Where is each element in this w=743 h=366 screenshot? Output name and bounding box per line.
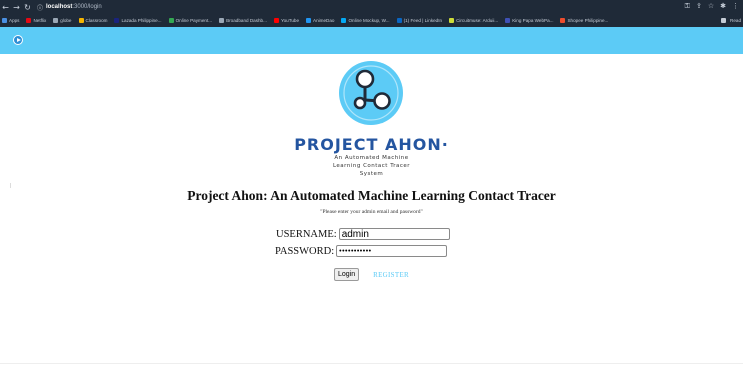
bookmark-item[interactable]: (1) Feed | LinkedIn	[396, 18, 443, 23]
bookmark-label: YouTube	[280, 18, 300, 23]
bookmark-label: Broadband Dashb...	[226, 18, 267, 23]
bookmark-item[interactable]: King Papa WebPa...	[505, 18, 553, 23]
brand-tagline-1: An Automated Machine	[334, 155, 409, 161]
bookmark-item[interactable]: Broadband Dashb...	[219, 18, 267, 23]
forward-icon[interactable]: →	[11, 3, 22, 12]
username-input[interactable]	[338, 228, 450, 240]
bookmark-label: Classroom	[85, 18, 108, 23]
reading-list-label: Read	[730, 18, 741, 23]
bookmark-item[interactable]: Circuitmuse: Arduii...	[449, 18, 498, 23]
bookmarks-bar: Apps Netflix globe Classroom Lazada Philippi…	[0, 14, 743, 27]
share-icon[interactable]: ⇪	[696, 2, 702, 11]
brand-tagline-3: System	[359, 171, 384, 177]
bookmark-item[interactable]: globe	[53, 18, 72, 23]
bookmark-favicon-icon	[2, 18, 7, 23]
brand-tagline-2: Learning Contact Tracer	[332, 163, 411, 169]
page-title: Project Ahon: An Automated Machine Learn…	[187, 188, 556, 203]
star-icon[interactable]: ☆	[708, 2, 714, 11]
bookmark-item[interactable]: Online Payment...	[168, 18, 213, 23]
back-icon[interactable]: ←	[0, 3, 11, 12]
bookmark-label: globe	[60, 18, 72, 23]
bookmark-favicon-icon	[53, 18, 59, 23]
bookmark-item[interactable]: AnimeDao	[306, 18, 334, 23]
username-row: USERNAME:	[276, 228, 450, 240]
info-icon[interactable]: ⓘ	[37, 3, 43, 12]
bookmark-favicon-icon	[341, 18, 347, 23]
extension-icon[interactable]: ✱	[720, 2, 726, 11]
bookmark-item[interactable]: Lazada Philippine...	[114, 18, 162, 23]
reading-list-icon	[721, 18, 727, 23]
address-bar[interactable]: ⓘ localhost:3000/login	[37, 3, 102, 12]
url-path: :3000/login	[72, 4, 102, 10]
address-row: ← → ↻ ⓘ localhost:3000/login ⚿ ⇪ ☆ ✱ ⋮	[0, 0, 743, 14]
bookmark-favicon-icon	[449, 18, 455, 23]
bookmark-label: Circuitmuse: Arduii...	[456, 18, 499, 23]
bookmark-favicon-icon	[505, 18, 511, 23]
register-link[interactable]: REGISTER	[373, 271, 409, 279]
bookmark-favicon-icon	[560, 18, 566, 23]
brand-name: PROJECT AHON·	[0, 135, 743, 154]
bookmark-label: Netflix	[33, 18, 47, 23]
project-ahon-logo-icon	[339, 61, 403, 125]
bookmark-favicon-icon	[219, 18, 225, 23]
bookmark-favicon-icon	[78, 18, 84, 23]
toolbar-right-icons: ⚿ ⇪ ☆ ✱ ⋮	[685, 2, 739, 11]
bookmark-favicon-icon	[396, 18, 402, 23]
login-instruction: "Please enter your admin email and passw…	[320, 209, 423, 215]
key-icon[interactable]: ⚿	[685, 2, 690, 11]
url-host: localhost	[46, 4, 73, 10]
bookmark-label: Online Mockup, W...	[348, 18, 390, 23]
bookmark-item[interactable]: Classroom	[78, 18, 108, 23]
bookmark-favicon-icon	[306, 18, 312, 23]
password-input[interactable]	[336, 245, 448, 257]
browser-toolbar: ← → ↻ ⓘ localhost:3000/login ⚿ ⇪ ☆ ✱ ⋮ A…	[0, 0, 743, 27]
bookmark-label: Shopee Philippine...	[567, 18, 609, 23]
bookmark-label: King Papa WebPa...	[512, 18, 554, 23]
bookmark-item[interactable]: Online Mockup, W...	[341, 18, 390, 23]
reload-icon[interactable]: ↻	[22, 3, 33, 12]
page-bottom-border	[0, 363, 743, 364]
bookmark-item[interactable]: Netflix	[26, 18, 46, 23]
bookmark-item[interactable]: YouTube	[273, 18, 300, 23]
form-actions: Login REGISTER	[0, 268, 743, 281]
bookmark-item[interactable]: Apps	[2, 18, 19, 23]
bookmark-label: (1) Feed | LinkedIn	[403, 18, 443, 23]
bookmark-item[interactable]: Shopee Philippine...	[560, 18, 608, 23]
app-header-bar	[0, 27, 743, 54]
brand-name-text: PROJECT AHON	[294, 135, 442, 154]
reading-list[interactable]: Read	[719, 14, 743, 27]
password-label: PASSWORD:	[275, 245, 335, 257]
bookmark-favicon-icon	[26, 18, 32, 23]
bookmark-label: AnimeDao	[313, 18, 335, 23]
brand-dot: ·	[441, 135, 449, 154]
menu-icon[interactable]: ⋮	[732, 2, 739, 11]
bookmark-label: Lazada Philippine...	[121, 18, 162, 23]
bookmark-label: Apps	[9, 18, 20, 23]
password-row: PASSWORD:	[275, 245, 448, 257]
username-label: USERNAME:	[276, 228, 337, 240]
bookmark-favicon-icon	[114, 18, 120, 23]
login-button[interactable]: Login	[334, 268, 360, 281]
bookmark-favicon-icon	[273, 18, 279, 23]
app-logo-icon[interactable]	[13, 35, 23, 45]
bookmark-label: Online Payment...	[175, 18, 213, 23]
bookmark-favicon-icon	[168, 18, 174, 23]
